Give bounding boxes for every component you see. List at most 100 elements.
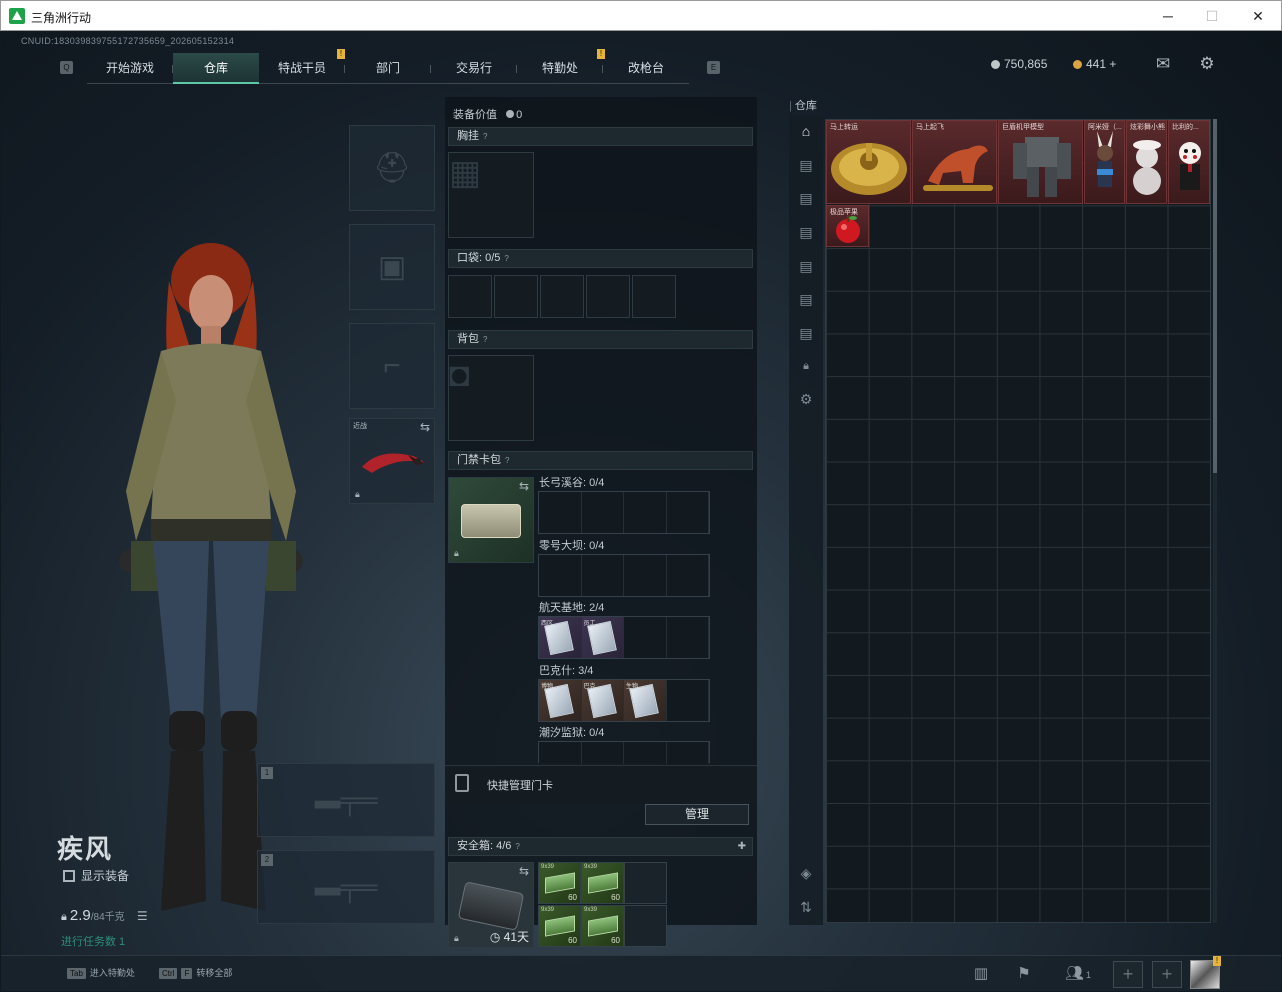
- keycard-slot[interactable]: [624, 617, 667, 658]
- help-icon[interactable]: ?: [515, 842, 519, 851]
- swap-icon[interactable]: ⇆: [519, 479, 529, 493]
- stash-sort-icon[interactable]: ⇅: [795, 897, 817, 917]
- keycard-slot[interactable]: [667, 617, 709, 658]
- safe-box-slot[interactable]: ⇆ 🔒︎ ◷ 41天: [448, 862, 534, 948]
- manage-keycards-button[interactable]: 管理: [645, 804, 749, 825]
- stash-scrollbar[interactable]: [1213, 119, 1217, 923]
- pin-icon[interactable]: ✚: [738, 838, 746, 855]
- keycard-item[interactable]: 员工...: [581, 617, 624, 658]
- tab-department[interactable]: 部门: [345, 53, 431, 84]
- tab-special-ops[interactable]: 特勤处!: [517, 49, 605, 84]
- stash-item[interactable]: 马上转运: [826, 120, 911, 204]
- add-teammate-button[interactable]: +: [1152, 961, 1182, 988]
- keycard-slot[interactable]: [539, 492, 582, 533]
- help-icon[interactable]: ?: [483, 132, 487, 141]
- hint-transfer-all[interactable]: Ctrl F 转移全部: [159, 966, 232, 979]
- keycard-slot[interactable]: [539, 555, 582, 596]
- currency-bonds[interactable]: 441 +: [1073, 57, 1116, 71]
- help-icon[interactable]: ?: [504, 254, 508, 263]
- swap-icon[interactable]: ⇆: [519, 864, 529, 878]
- stash-item[interactable]: 阿米娅（...: [1084, 120, 1125, 204]
- show-gear-toggle[interactable]: 显示装备: [63, 867, 129, 884]
- ammo-item[interactable]: 9x39 60: [538, 905, 581, 947]
- friends-icon[interactable]: 👥︎ 1: [1061, 964, 1095, 984]
- keycard-item[interactable]: 博物...: [539, 680, 582, 721]
- stash-page-6-icon[interactable]: ▤: [795, 289, 817, 309]
- stash-all-icon[interactable]: ⌂: [795, 121, 817, 141]
- ammo-item[interactable]: 9x39 60: [581, 905, 624, 947]
- keycard-case-slot[interactable]: ⇆ 🔒︎: [448, 477, 534, 563]
- stash-page-3-icon[interactable]: ▤: [795, 188, 817, 208]
- keycard-name: 巴克...: [583, 684, 601, 690]
- stash-page-4-icon[interactable]: ▤: [795, 222, 817, 242]
- list-icon[interactable]: ☰: [137, 909, 148, 923]
- checkbox[interactable]: [63, 870, 75, 882]
- main-nav: Q 开始游戏 仓库 特战干员! 部门 交易行 特勤处! 改枪台 E: [57, 49, 720, 84]
- stash-page-2-icon[interactable]: ▤: [795, 155, 817, 175]
- melee-slot[interactable]: 近战 ⇆ 🔒︎: [349, 418, 435, 504]
- close-button[interactable]: ✕: [1243, 5, 1273, 27]
- keycard-slot[interactable]: [582, 742, 624, 764]
- chest-rig-slot[interactable]: ▦: [448, 152, 534, 238]
- pocket-slot[interactable]: [540, 275, 584, 318]
- stash-grid[interactable]: [825, 119, 1211, 923]
- keycard-slot[interactable]: [624, 742, 667, 764]
- scrollbar-thumb[interactable]: [1213, 119, 1217, 473]
- ammo-item[interactable]: 9x39 60: [538, 862, 581, 904]
- stash-page-7-icon[interactable]: ▤: [795, 323, 817, 343]
- stash-item[interactable]: 极品苹果: [826, 205, 869, 247]
- stash-layers-icon[interactable]: ◈: [795, 863, 817, 883]
- nav-left-key-icon[interactable]: Q: [60, 61, 73, 74]
- stash-item[interactable]: 马上起飞: [912, 120, 997, 204]
- stash-item[interactable]: 巨盾机甲模型: [998, 120, 1083, 204]
- keycard-item[interactable]: 西区...: [539, 617, 582, 658]
- pistol-slot[interactable]: ⌐: [349, 323, 435, 409]
- pocket-slot[interactable]: [632, 275, 676, 318]
- pocket-slot[interactable]: [586, 275, 630, 318]
- keycard-item[interactable]: 生物...: [624, 680, 667, 721]
- safe-empty-slot[interactable]: [624, 905, 667, 947]
- primary-weapon-slot-2[interactable]: 2 ▬╤═: [257, 850, 435, 924]
- settings-gear-icon[interactable]: ⚙: [1197, 55, 1217, 73]
- armor-slot[interactable]: ▣: [349, 224, 435, 310]
- stash-locked-icon[interactable]: 🔒︎: [795, 356, 817, 376]
- stash-page-5-icon[interactable]: ▤: [795, 256, 817, 276]
- maximize-button[interactable]: ☐: [1197, 5, 1227, 27]
- keycard-slot[interactable]: [582, 555, 624, 596]
- ammo-item[interactable]: 9x39 60: [581, 862, 624, 904]
- pocket-slot[interactable]: [448, 275, 492, 318]
- helmet-slot[interactable]: ⛑: [349, 125, 435, 211]
- stats-chart-icon[interactable]: ▥: [971, 964, 991, 984]
- help-icon[interactable]: ?: [483, 335, 487, 344]
- help-icon[interactable]: ?: [505, 456, 509, 465]
- keycard-slot[interactable]: [624, 555, 667, 596]
- keycard-slot[interactable]: [667, 492, 709, 533]
- nav-right-key-icon[interactable]: E: [707, 61, 720, 74]
- keycard-slot[interactable]: [582, 492, 624, 533]
- tab-warehouse[interactable]: 仓库: [173, 53, 259, 84]
- safe-empty-slot[interactable]: [624, 862, 667, 904]
- minimize-button[interactable]: ─: [1153, 5, 1183, 27]
- backpack-slot[interactable]: ◘: [448, 355, 534, 441]
- primary-weapon-slot-1[interactable]: 1 ▬╤═: [257, 763, 435, 837]
- keycard-slot[interactable]: [667, 742, 709, 764]
- swap-icon[interactable]: ⇆: [420, 420, 430, 434]
- add-teammate-button[interactable]: +: [1113, 961, 1143, 988]
- tab-trading[interactable]: 交易行: [431, 53, 517, 84]
- keycard-slot[interactable]: [624, 492, 667, 533]
- tab-operators[interactable]: 特战干员!: [259, 49, 345, 84]
- stash-item[interactable]: 炫彩舞小熊: [1126, 120, 1167, 204]
- keycard-slot[interactable]: [667, 555, 709, 596]
- keycard-item[interactable]: 巴克...: [581, 680, 624, 721]
- tab-start-game[interactable]: 开始游戏: [87, 53, 173, 84]
- keycard-slot[interactable]: [667, 680, 709, 721]
- flag-icon[interactable]: ⚑: [1014, 964, 1034, 984]
- pocket-slot[interactable]: [494, 275, 538, 318]
- stash-settings-icon[interactable]: ⚙: [795, 389, 817, 409]
- task-progress-link[interactable]: 进行任务数 1: [61, 933, 125, 949]
- keycard-slot[interactable]: [539, 742, 582, 764]
- mail-icon[interactable]: ✉: [1153, 55, 1173, 73]
- hint-enter-special-ops[interactable]: Tab 进入特勤处: [67, 966, 135, 979]
- stash-item[interactable]: 比利的...: [1168, 120, 1210, 204]
- tab-gunsmith[interactable]: 改枪台: [603, 53, 689, 84]
